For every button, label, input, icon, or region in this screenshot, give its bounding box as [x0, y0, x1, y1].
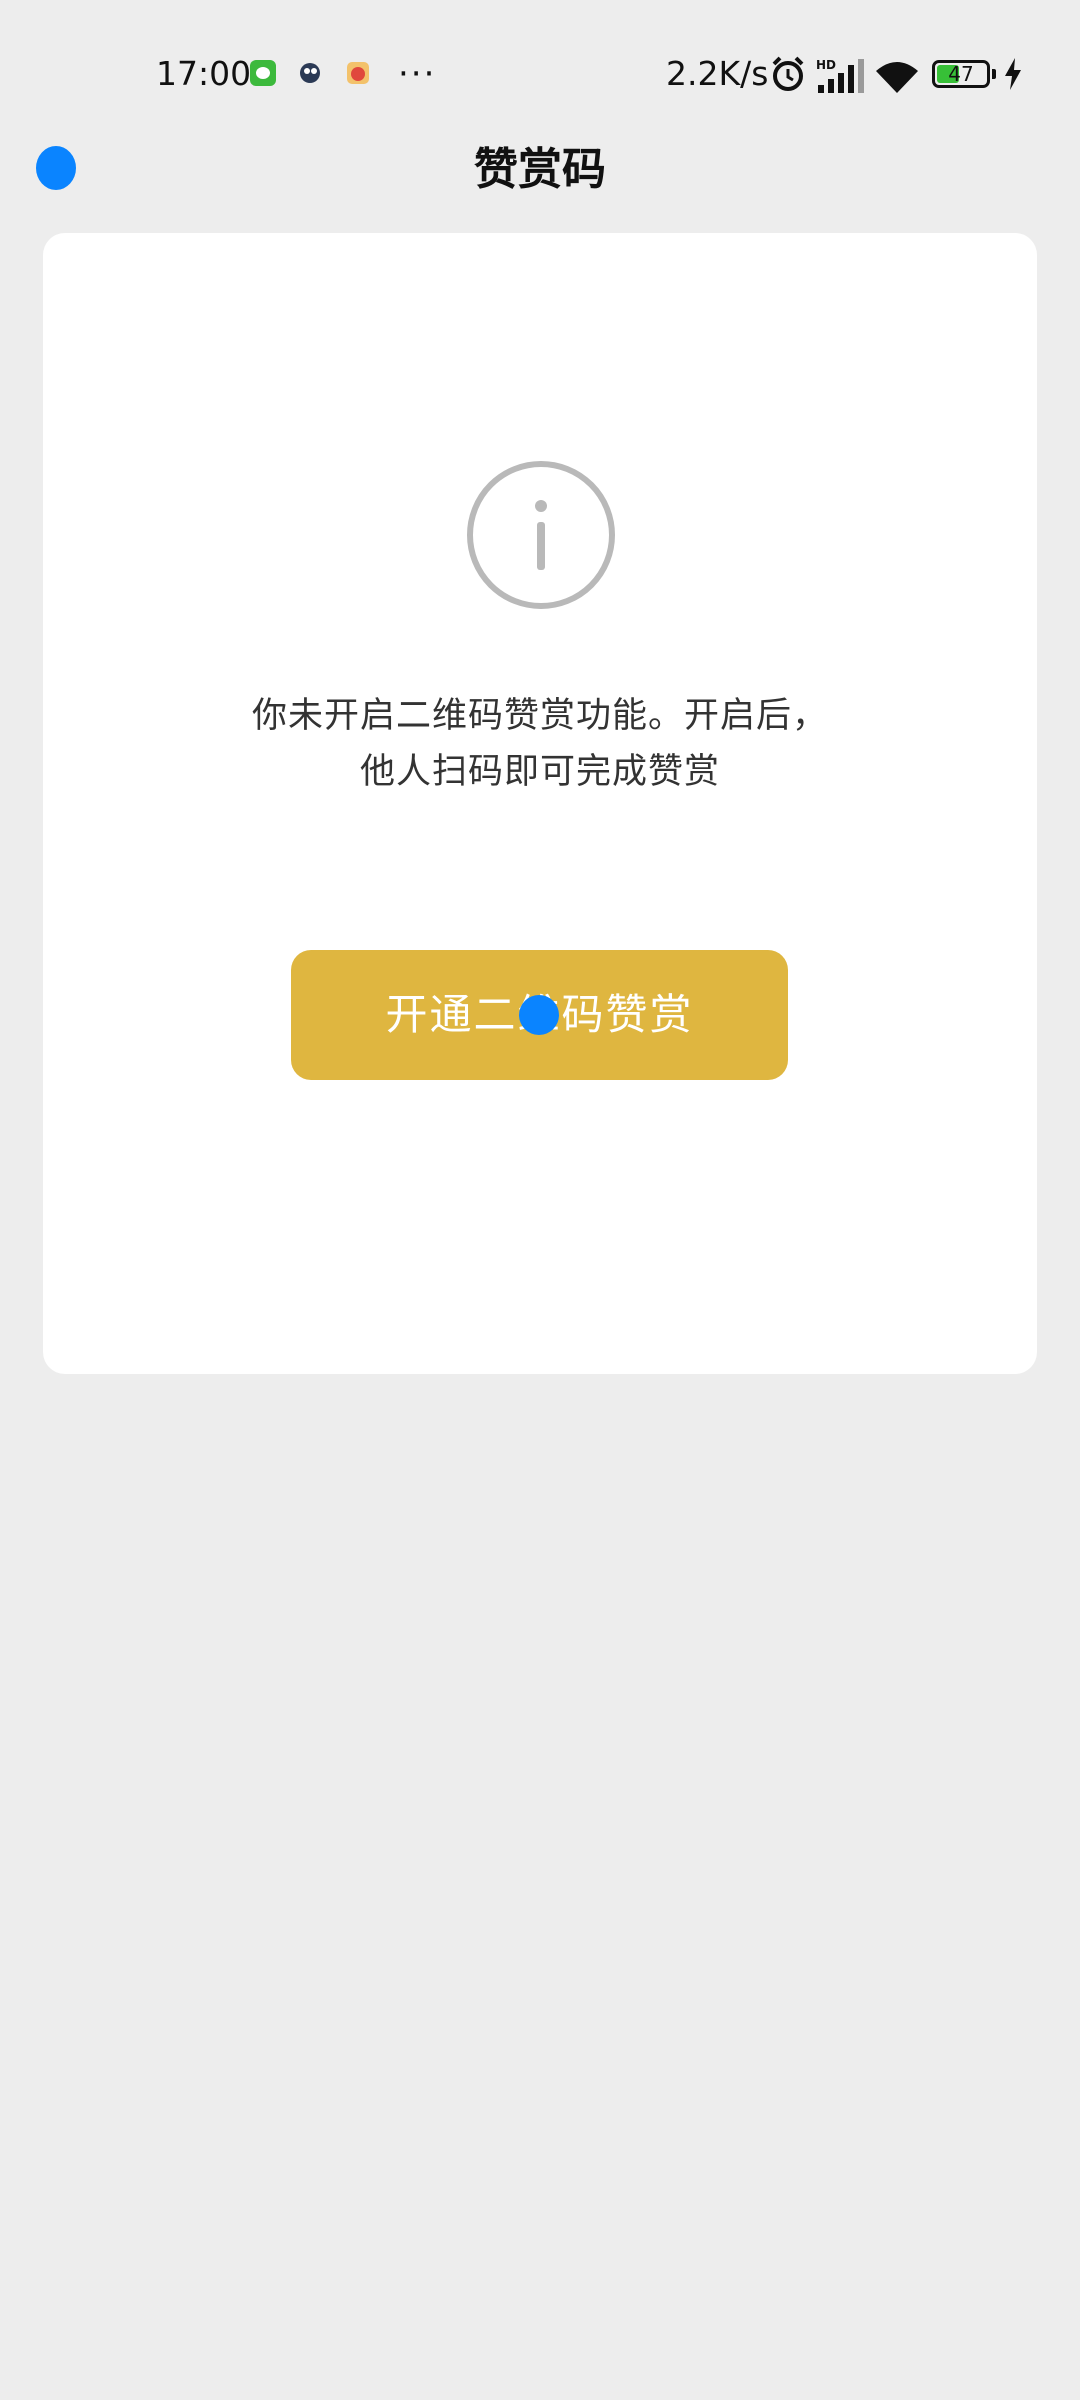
- network-speed: 2.2K/s: [666, 54, 769, 93]
- wechat-app-icon: [250, 60, 276, 86]
- hd-label: HD: [816, 58, 836, 72]
- battery-icon: 47: [932, 60, 996, 88]
- charging-icon: [1005, 58, 1021, 90]
- signal-icon: HD: [816, 58, 864, 93]
- battery-level: 47: [948, 62, 974, 86]
- app-icon-3: [345, 60, 371, 86]
- status-bar: 17:00 ··· 2.2K/s HD 47: [0, 0, 1080, 148]
- info-message-line-1: 你未开启二维码赞赏功能。开启后，: [251, 696, 828, 736]
- status-time: 17:00: [156, 54, 252, 93]
- status-more-indicator: ···: [398, 54, 437, 94]
- info-message: 你未开启二维码赞赏功能。开启后， 他人扫码即可完成赞赏: [43, 688, 1037, 800]
- page-title: 赞赏码: [474, 144, 606, 195]
- app-icon-2: [297, 60, 323, 86]
- reward-code-card: [43, 233, 1037, 1374]
- touch-indicator: [519, 995, 559, 1035]
- alarm-icon: [772, 56, 804, 91]
- info-icon: [467, 461, 615, 609]
- info-message-line-2: 他人扫码即可完成赞赏: [359, 752, 720, 792]
- wifi-icon: [876, 62, 918, 93]
